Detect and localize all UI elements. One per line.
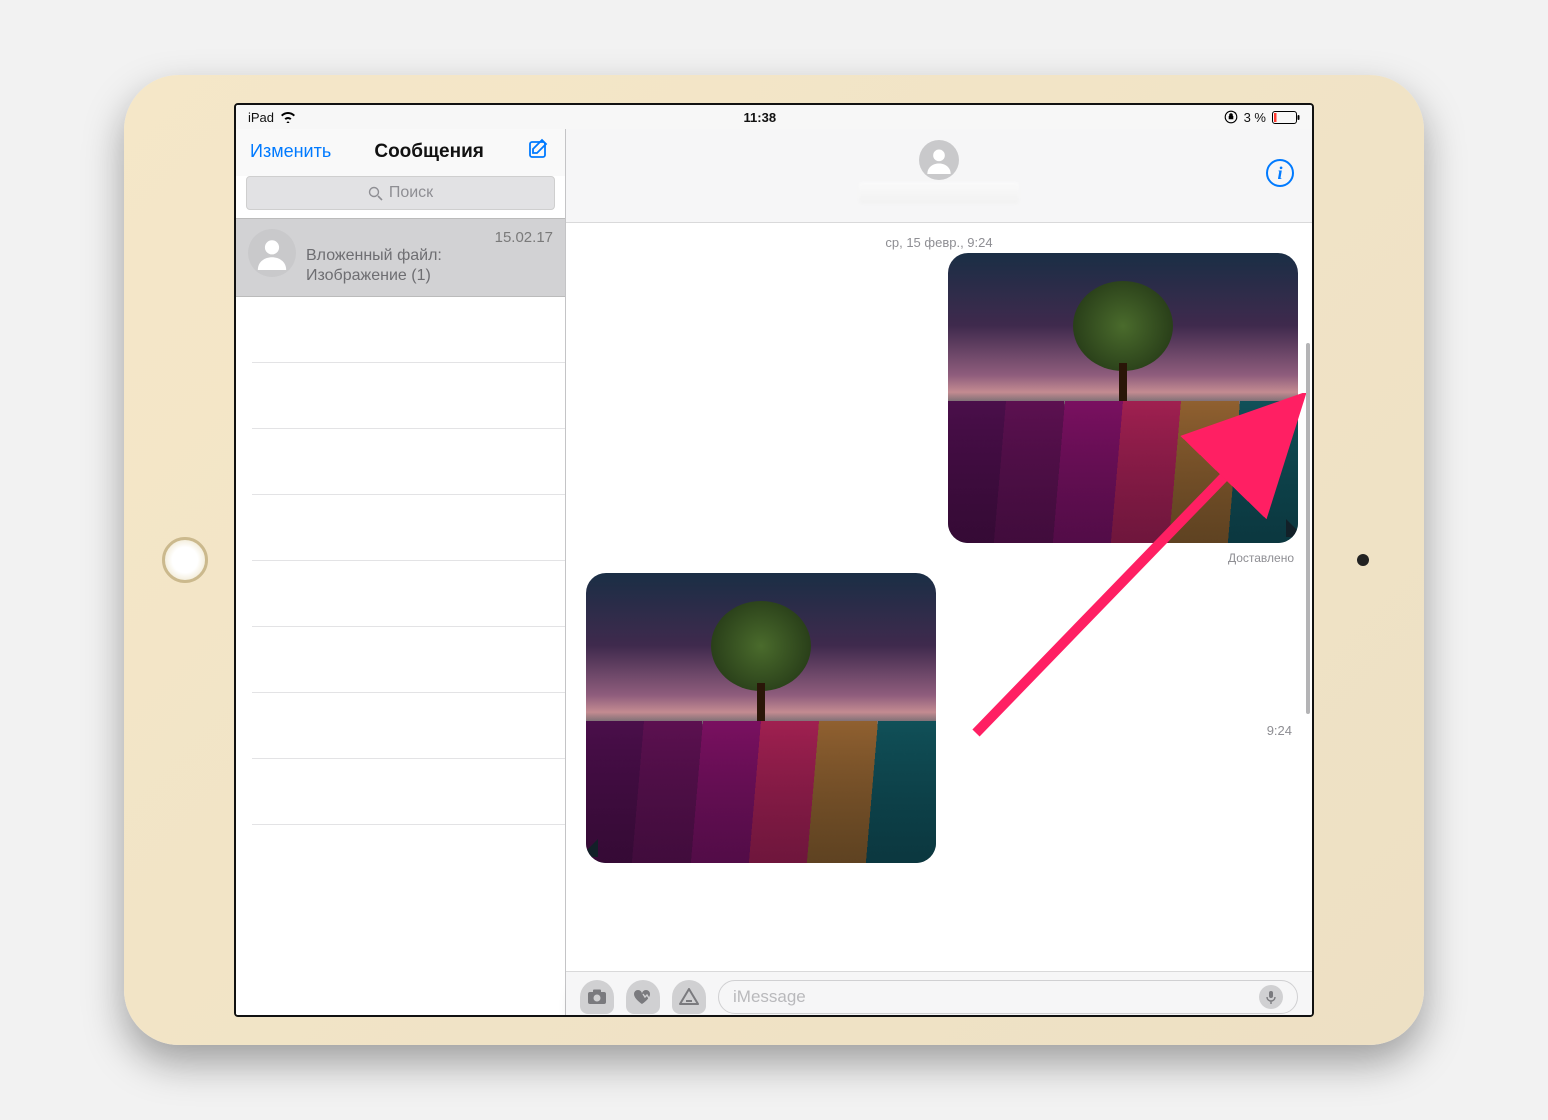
message-input[interactable]: iMessage <box>718 980 1298 1014</box>
message-time-1: 9:24 <box>1267 403 1292 418</box>
message-thread[interactable]: ср, 15 февр., 9:24 9:24 Доставлено <box>566 223 1312 971</box>
battery-icon <box>1272 111 1300 124</box>
battery-label: 3 % <box>1244 110 1266 125</box>
image-attachment[interactable] <box>586 573 936 863</box>
search-placeholder: Поиск <box>389 184 433 202</box>
clock: 11:38 <box>744 110 777 125</box>
contact-avatar[interactable] <box>919 140 959 180</box>
appstore-icon[interactable] <box>672 980 706 1014</box>
compose-bar: iMessage <box>566 971 1312 1017</box>
message-time-2: 9:24 <box>1267 723 1292 738</box>
microphone-icon[interactable] <box>1259 985 1283 1009</box>
avatar-icon <box>248 229 296 277</box>
search-icon <box>368 186 383 201</box>
conversation-preview-2: Изображение (1) <box>306 266 553 286</box>
date-separator: ср, 15 февр., 9:24 <box>566 235 1312 250</box>
status-bar: iPad 11:38 3 % <box>236 105 1312 129</box>
conversation-item[interactable]: 15.02.17 Вложенный файл: Изображение (1) <box>236 218 565 297</box>
edit-button[interactable]: Изменить <box>250 141 331 162</box>
conversation-date: 15.02.17 <box>495 229 553 246</box>
digital-touch-icon[interactable] <box>626 980 660 1014</box>
conversation-sidebar: Изменить Сообщения Поиск 15.02.17 Вло <box>236 129 566 1015</box>
sidebar-empty-rows <box>236 297 565 1015</box>
home-button[interactable] <box>162 537 208 583</box>
conversation-preview-1: Вложенный файл: <box>306 246 553 266</box>
device-label: iPad <box>248 110 274 125</box>
image-attachment[interactable] <box>948 253 1298 543</box>
orientation-lock-icon <box>1224 110 1238 124</box>
compose-button[interactable] <box>527 137 551 166</box>
sent-image-message[interactable] <box>948 253 1298 543</box>
received-image-message[interactable] <box>586 573 936 863</box>
wifi-icon <box>280 111 296 123</box>
sidebar-title: Сообщения <box>374 141 484 163</box>
screen: iPad 11:38 3 % Изменить <box>234 103 1314 1017</box>
contact-name-redacted <box>859 182 1019 204</box>
message-placeholder: iMessage <box>733 987 1259 1007</box>
search-input[interactable]: Поиск <box>246 176 555 210</box>
front-camera <box>1357 554 1369 566</box>
ipad-frame: iPad 11:38 3 % Изменить <box>124 75 1424 1045</box>
camera-icon[interactable] <box>580 980 614 1014</box>
scrollbar[interactable] <box>1306 343 1310 961</box>
conversation-header: i <box>566 129 1312 223</box>
info-button[interactable]: i <box>1266 159 1294 187</box>
conversation-pane: i ср, 15 февр., 9:24 9:24 Доставлено <box>566 129 1312 1015</box>
delivered-label: Доставлено <box>1228 551 1294 565</box>
